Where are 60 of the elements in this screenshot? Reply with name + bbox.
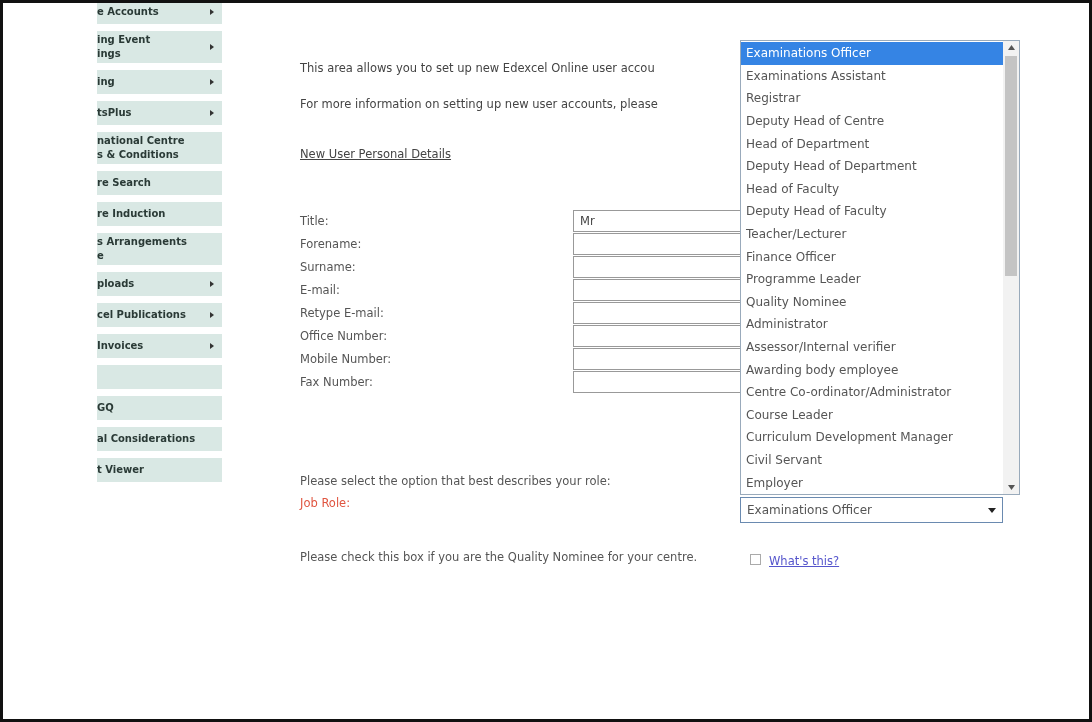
field-label: E-mail: xyxy=(300,282,341,297)
dropdown-option[interactable]: Deputy Head of Centre xyxy=(741,109,1003,133)
sidebar-item[interactable]: al Considerations xyxy=(97,427,222,451)
dropdown-option[interactable]: Course Leader xyxy=(741,403,1003,427)
scroll-up-icon xyxy=(1007,45,1015,50)
dropdown-option[interactable]: Administrator xyxy=(741,313,1003,336)
dropdown-option[interactable]: Head of Department xyxy=(741,132,1003,155)
submenu-arrow-icon xyxy=(210,343,214,349)
dropdown-option[interactable]: Examinations Officer xyxy=(741,42,1003,65)
sidebar-item[interactable]: re Search xyxy=(97,171,222,195)
submenu-arrow-icon xyxy=(210,9,214,15)
role-question: Please select the option that best describes your role: xyxy=(300,474,611,488)
dropdown-option[interactable]: Assessor/Internal verifier xyxy=(741,335,1003,359)
submenu-arrow-icon xyxy=(210,312,214,318)
nominee-checkbox[interactable] xyxy=(750,554,761,565)
field-label: Retype E-mail: xyxy=(300,305,385,320)
dropdown-caret-icon xyxy=(988,507,996,513)
field-label: Mobile Number: xyxy=(300,351,393,366)
scroll-down-icon xyxy=(1007,485,1015,490)
submenu-arrow-icon xyxy=(210,110,214,116)
submenu-arrow-icon xyxy=(210,281,214,287)
field-label: Fax Number: xyxy=(300,374,374,389)
field-label: Forename: xyxy=(300,236,363,251)
job-role-label: Job Role: xyxy=(300,496,351,510)
dropdown-option[interactable]: Head of Faculty xyxy=(741,177,1003,201)
sidebar-item[interactable]: Invoices xyxy=(97,334,222,358)
submenu-arrow-icon xyxy=(210,44,214,50)
dropdown-option[interactable]: Awarding body employee xyxy=(741,358,1003,381)
sidebar-item[interactable]: s Arrangements e xyxy=(97,233,222,265)
dropdown-option[interactable]: Finance Officer xyxy=(741,245,1003,268)
sidebar-item[interactable]: ing xyxy=(97,70,222,94)
job-role-select[interactable]: Examinations Officer xyxy=(740,497,1003,523)
dropdown-option[interactable]: Programme Leader xyxy=(741,267,1003,291)
dropdown-option[interactable]: Registrar xyxy=(741,87,1003,110)
submenu-arrow-icon xyxy=(210,79,214,85)
sidebar-item[interactable]: t Viewer xyxy=(97,458,222,482)
sidebar-item[interactable]: e Accounts xyxy=(97,3,222,24)
nominee-question: Please check this box if you are the Quality Nominee for your centre. xyxy=(300,549,699,566)
sidebar-item[interactable]: ploads xyxy=(97,272,222,296)
sidebar-item[interactable]: tsPlus xyxy=(97,101,222,125)
field-label: Title: xyxy=(300,213,330,228)
whats-this-link[interactable]: What's this? xyxy=(769,554,840,568)
sidebar-item[interactable]: cel Publications xyxy=(97,303,222,327)
dropdown-option[interactable]: Examinations Assistant xyxy=(741,64,1003,88)
sidebar-item[interactable]: ing Event ings xyxy=(97,31,222,63)
field-label: Surname: xyxy=(300,259,357,274)
sidebar-item[interactable]: GQ xyxy=(97,396,222,420)
intro-text: For more information on setting up new user accounts, please xyxy=(300,97,658,111)
section-link[interactable]: New User Personal Details xyxy=(300,147,452,161)
field-label: Office Number: xyxy=(300,328,389,343)
dropdown-option[interactable]: Curriculum Development Manager xyxy=(741,426,1003,449)
scrollbar[interactable] xyxy=(1003,41,1019,494)
intro-text: This area allows you to set up new Edexcel Online user accou xyxy=(300,61,655,75)
dropdown-option[interactable]: Deputy Head of Department xyxy=(741,154,1003,178)
dropdown-option[interactable]: Employer xyxy=(741,471,1003,494)
dropdown-option[interactable]: Centre Co-ordinator/Administrator xyxy=(741,380,1003,404)
dropdown-option[interactable]: Civil Servant xyxy=(741,448,1003,472)
sidebar-item[interactable]: national Centre s & Conditions xyxy=(97,132,222,164)
sidebar-item[interactable]: re Induction xyxy=(97,202,222,226)
dropdown-option[interactable]: Quality Nominee xyxy=(741,290,1003,314)
